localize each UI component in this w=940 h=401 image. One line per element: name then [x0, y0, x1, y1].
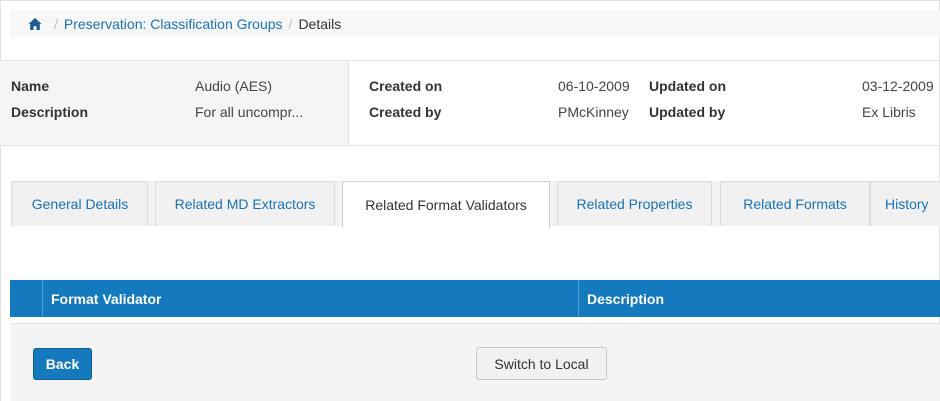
description-value: For all uncompr... — [195, 104, 304, 120]
breadcrumb-current: Details — [298, 15, 342, 32]
name-label: Name — [11, 78, 50, 94]
tab-related-properties[interactable]: Related Properties — [557, 181, 712, 226]
column-header-format-validator[interactable]: Format Validator — [43, 280, 579, 317]
updated-on-value: 03-12-2009 — [862, 78, 934, 94]
breadcrumb-link-classification-groups[interactable]: Preservation: Classification Groups — [64, 16, 283, 32]
created-by-value: PMcKinney — [558, 104, 629, 120]
tab-general-details[interactable]: General Details — [12, 181, 148, 226]
column-header-description[interactable]: Description — [579, 280, 940, 317]
select-column-header — [10, 280, 43, 317]
updated-on-label: Updated on — [649, 78, 726, 94]
back-button[interactable]: Back — [33, 348, 92, 380]
table-header: Format Validator Description — [10, 280, 940, 317]
switch-to-local-button[interactable]: Switch to Local — [476, 347, 607, 380]
details-primary-section — [0, 61, 348, 145]
details-panel: Name Audio (AES) Description For all unc… — [0, 60, 940, 146]
footer-actions: Back Switch to Local — [10, 323, 940, 401]
breadcrumb: / Preservation: Classification Groups / … — [10, 10, 940, 37]
tab-bar: General Details Related MD Extractors Re… — [10, 181, 940, 228]
name-value: Audio (AES) — [195, 78, 273, 94]
updated-by-label: Updated by — [649, 104, 726, 120]
created-on-label: Created on — [369, 78, 443, 94]
tab-related-formats[interactable]: Related Formats — [720, 181, 870, 226]
home-icon[interactable] — [28, 17, 42, 31]
tab-history[interactable]: History — [870, 181, 940, 226]
breadcrumb-separator: / — [288, 15, 293, 32]
divider — [348, 61, 349, 145]
description-label: Description — [11, 104, 89, 120]
updated-by-value: Ex Libris — [862, 104, 916, 120]
created-on-value: 06-10-2009 — [558, 78, 630, 94]
created-by-label: Created by — [369, 104, 442, 120]
tab-related-format-validators[interactable]: Related Format Validators — [342, 181, 550, 228]
breadcrumb-separator: / — [54, 15, 58, 32]
tab-related-md-extractors[interactable]: Related MD Extractors — [155, 181, 335, 226]
